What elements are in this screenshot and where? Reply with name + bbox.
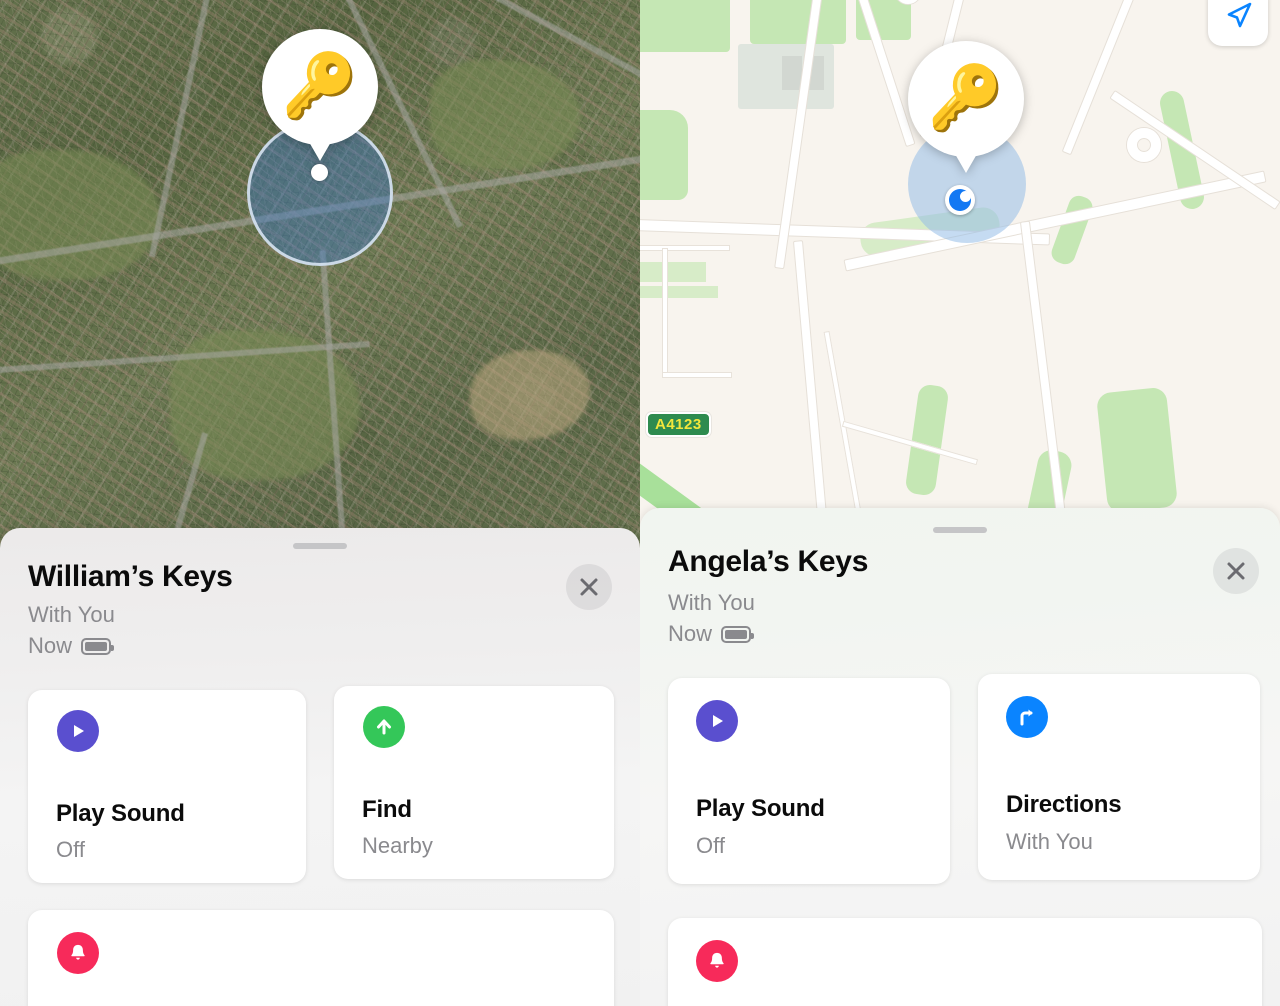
map-road xyxy=(792,240,830,540)
play-sound-card[interactable]: Play Sound Off xyxy=(28,690,306,883)
card-subtitle: Off xyxy=(56,837,85,862)
detail-sheet: Angela’s Keys With You Now Play Sound Of… xyxy=(640,508,1280,1006)
bell-icon xyxy=(57,932,99,974)
close-button[interactable] xyxy=(566,564,612,610)
card-title: Find xyxy=(362,796,412,823)
arrow-up-icon xyxy=(377,719,391,735)
action-card-row: Play Sound Off Directions With You xyxy=(668,674,1260,884)
map-road xyxy=(640,245,730,251)
play-triangle-icon xyxy=(74,725,84,737)
map-park-area xyxy=(1095,386,1179,514)
map-park-area xyxy=(640,286,718,298)
map-road xyxy=(1061,0,1139,156)
panel-left: 🔑 William’s Keys With You Now Play Sound… xyxy=(0,0,640,1006)
detail-sheet: William’s Keys With You Now Play Sound O… xyxy=(0,528,640,1006)
close-icon xyxy=(580,578,598,596)
battery-full-icon xyxy=(721,625,755,643)
sheet-subtitle: With You xyxy=(28,602,115,627)
key-pin[interactable]: 🔑 xyxy=(908,41,1024,157)
map-park-area xyxy=(640,262,706,282)
action-card-row: Play Sound Off Find Nearby xyxy=(28,686,614,883)
play-sound-icon xyxy=(57,710,99,752)
card-title: Directions xyxy=(1006,791,1122,818)
battery-full-icon xyxy=(81,637,115,655)
map-vegetation xyxy=(430,60,580,170)
map-park-area xyxy=(750,0,846,44)
sheet-grabber[interactable] xyxy=(293,543,347,549)
directions-card[interactable]: Directions With You xyxy=(978,674,1260,880)
notifications-card[interactable] xyxy=(668,918,1262,1006)
locate-button[interactable] xyxy=(1208,0,1268,46)
bell-glyph-icon xyxy=(71,944,85,960)
close-button[interactable] xyxy=(1213,548,1259,594)
turn-right-arrow-icon xyxy=(1020,709,1033,726)
panel-right: A4123 🔑 Angela’s Keys With You Now Play … xyxy=(640,0,1280,1006)
card-title: Play Sound xyxy=(696,795,825,822)
sheet-meta-row: Now xyxy=(28,633,115,659)
map-road xyxy=(662,372,732,378)
page-title: Angela’s Keys xyxy=(668,545,869,578)
sheet-grabber[interactable] xyxy=(933,527,987,533)
sheet-subtitle: With You xyxy=(668,590,755,615)
map-park-area xyxy=(640,0,730,52)
card-subtitle: Nearby xyxy=(362,833,433,858)
bell-icon xyxy=(696,940,738,982)
navigation-arrow-icon xyxy=(1227,2,1252,28)
last-seen-time: Now xyxy=(28,633,73,658)
key-icon: 🔑 xyxy=(926,62,1006,135)
directions-icon xyxy=(1006,696,1048,738)
play-triangle-icon xyxy=(713,715,723,727)
map-park-area xyxy=(640,110,688,200)
notifications-card[interactable] xyxy=(28,910,614,1006)
satellite-map[interactable]: 🔑 xyxy=(0,0,640,560)
map-park-area xyxy=(1048,193,1096,267)
blue-heading-dot xyxy=(945,185,975,215)
road-shield-label: A4123 xyxy=(646,412,711,437)
close-icon xyxy=(1227,562,1245,580)
page-title: William’s Keys xyxy=(28,560,233,593)
white-dot-marker xyxy=(311,164,328,181)
standard-map[interactable]: A4123 🔑 xyxy=(640,0,1280,560)
last-seen-time: Now xyxy=(668,621,713,646)
dual-panel-screenshot: 🔑 William’s Keys With You Now Play Sound… xyxy=(0,0,1280,1006)
key-pin[interactable]: 🔑 xyxy=(262,29,378,145)
card-subtitle: Off xyxy=(696,833,725,858)
find-card[interactable]: Find Nearby xyxy=(334,686,614,879)
map-roundabout xyxy=(1127,128,1161,162)
play-sound-icon xyxy=(696,700,738,742)
sheet-meta-row: Now xyxy=(668,621,755,647)
key-icon: 🔑 xyxy=(280,50,360,123)
card-subtitle: With You xyxy=(1006,829,1093,854)
play-sound-card[interactable]: Play Sound Off xyxy=(668,678,950,884)
card-title: Play Sound xyxy=(56,800,185,827)
bell-glyph-icon xyxy=(710,952,724,968)
map-road xyxy=(662,248,668,378)
find-arrow-icon xyxy=(363,706,405,748)
